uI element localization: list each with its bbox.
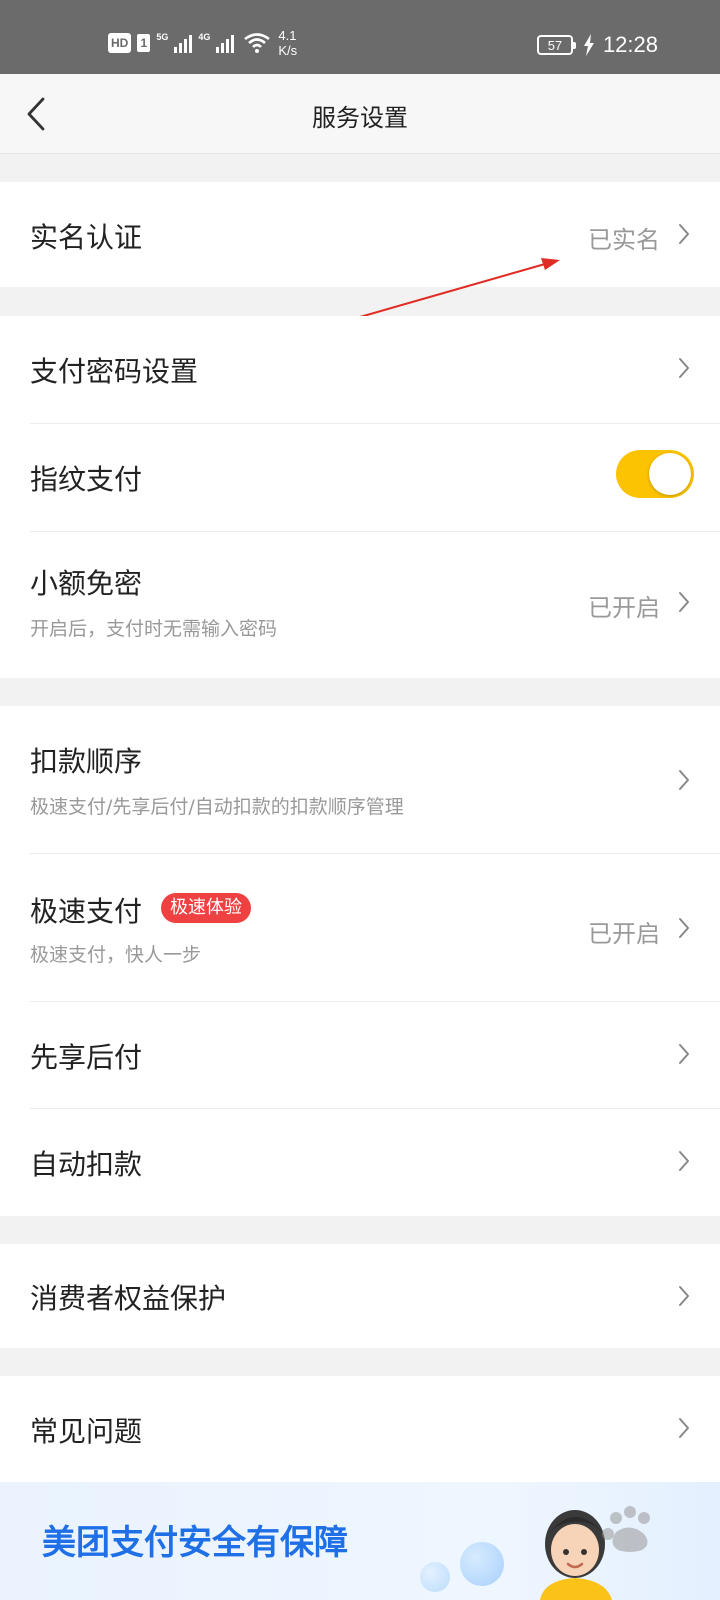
chevron-right-icon: [674, 1147, 694, 1175]
watermark-logo: [602, 1506, 650, 1552]
row-subtitle: 开启后，支付时无需输入密码: [30, 618, 278, 640]
row-title: 极速支付: [30, 895, 143, 928]
chevron-right-icon: [674, 354, 694, 382]
settings-card-security: 支付密码设置 指纹支付 小额免密 开启后，支付时无需输入密码 已开启: [0, 316, 720, 678]
row-title: 小额免密: [30, 567, 143, 600]
banner-text: 美团支付安全有保障: [42, 1523, 348, 1563]
row-title: 先享后付: [30, 1041, 143, 1074]
row-deduct-order[interactable]: 扣款顺序 极速支付/先享后付/自动扣款的扣款顺序管理: [0, 706, 720, 854]
row-consumer-rights[interactable]: 消费者权益保护: [0, 1244, 720, 1348]
settings-card-consumer: 消费者权益保护: [0, 1244, 720, 1348]
row-title: 扣款顺序: [30, 745, 143, 778]
row-pay-later[interactable]: 先享后付: [0, 1002, 720, 1109]
row-subtitle: 极速支付/先享后付/自动扣款的扣款顺序管理: [30, 796, 404, 818]
chevron-right-icon: [674, 1282, 694, 1310]
decor-bubble: [460, 1542, 504, 1586]
row-auto-deduct[interactable]: 自动扣款: [0, 1109, 720, 1216]
row-small-free[interactable]: 小额免密 开启后，支付时无需输入密码 已开启: [0, 532, 720, 678]
chevron-right-icon: [674, 766, 694, 794]
row-title: 常见问题: [30, 1415, 143, 1448]
settings-card-faq: 常见问题: [0, 1376, 720, 1482]
fast-pay-badge: 极速体验: [161, 893, 251, 923]
row-title: 自动扣款: [30, 1148, 143, 1181]
security-banner[interactable]: 美团支付安全有保障: [0, 1482, 720, 1600]
row-fast-pay[interactable]: 极速支付 极速体验 极速支付，快人一步 已开启: [0, 854, 720, 1002]
row-value: 已开启: [588, 920, 660, 948]
row-fingerprint: 指纹支付: [0, 424, 720, 532]
row-value: 已开启: [588, 594, 660, 622]
fingerprint-toggle[interactable]: [616, 450, 694, 498]
row-subtitle: 极速支付，快人一步: [30, 944, 202, 966]
row-faq[interactable]: 常见问题: [0, 1376, 720, 1482]
row-title: 指纹支付: [30, 463, 143, 496]
toggle-knob: [649, 453, 691, 495]
chevron-right-icon: [674, 1040, 694, 1068]
chevron-right-icon: [674, 1414, 694, 1442]
row-title: 支付密码设置: [30, 355, 199, 388]
decor-bubble: [420, 1562, 450, 1592]
settings-card-payment: 扣款顺序 极速支付/先享后付/自动扣款的扣款顺序管理 极速支付 极速体验 极速支…: [0, 706, 720, 1216]
row-pay-password[interactable]: 支付密码设置: [0, 316, 720, 424]
chevron-right-icon: [674, 914, 694, 942]
row-title: 消费者权益保护: [30, 1282, 227, 1315]
chevron-right-icon: [674, 588, 694, 616]
